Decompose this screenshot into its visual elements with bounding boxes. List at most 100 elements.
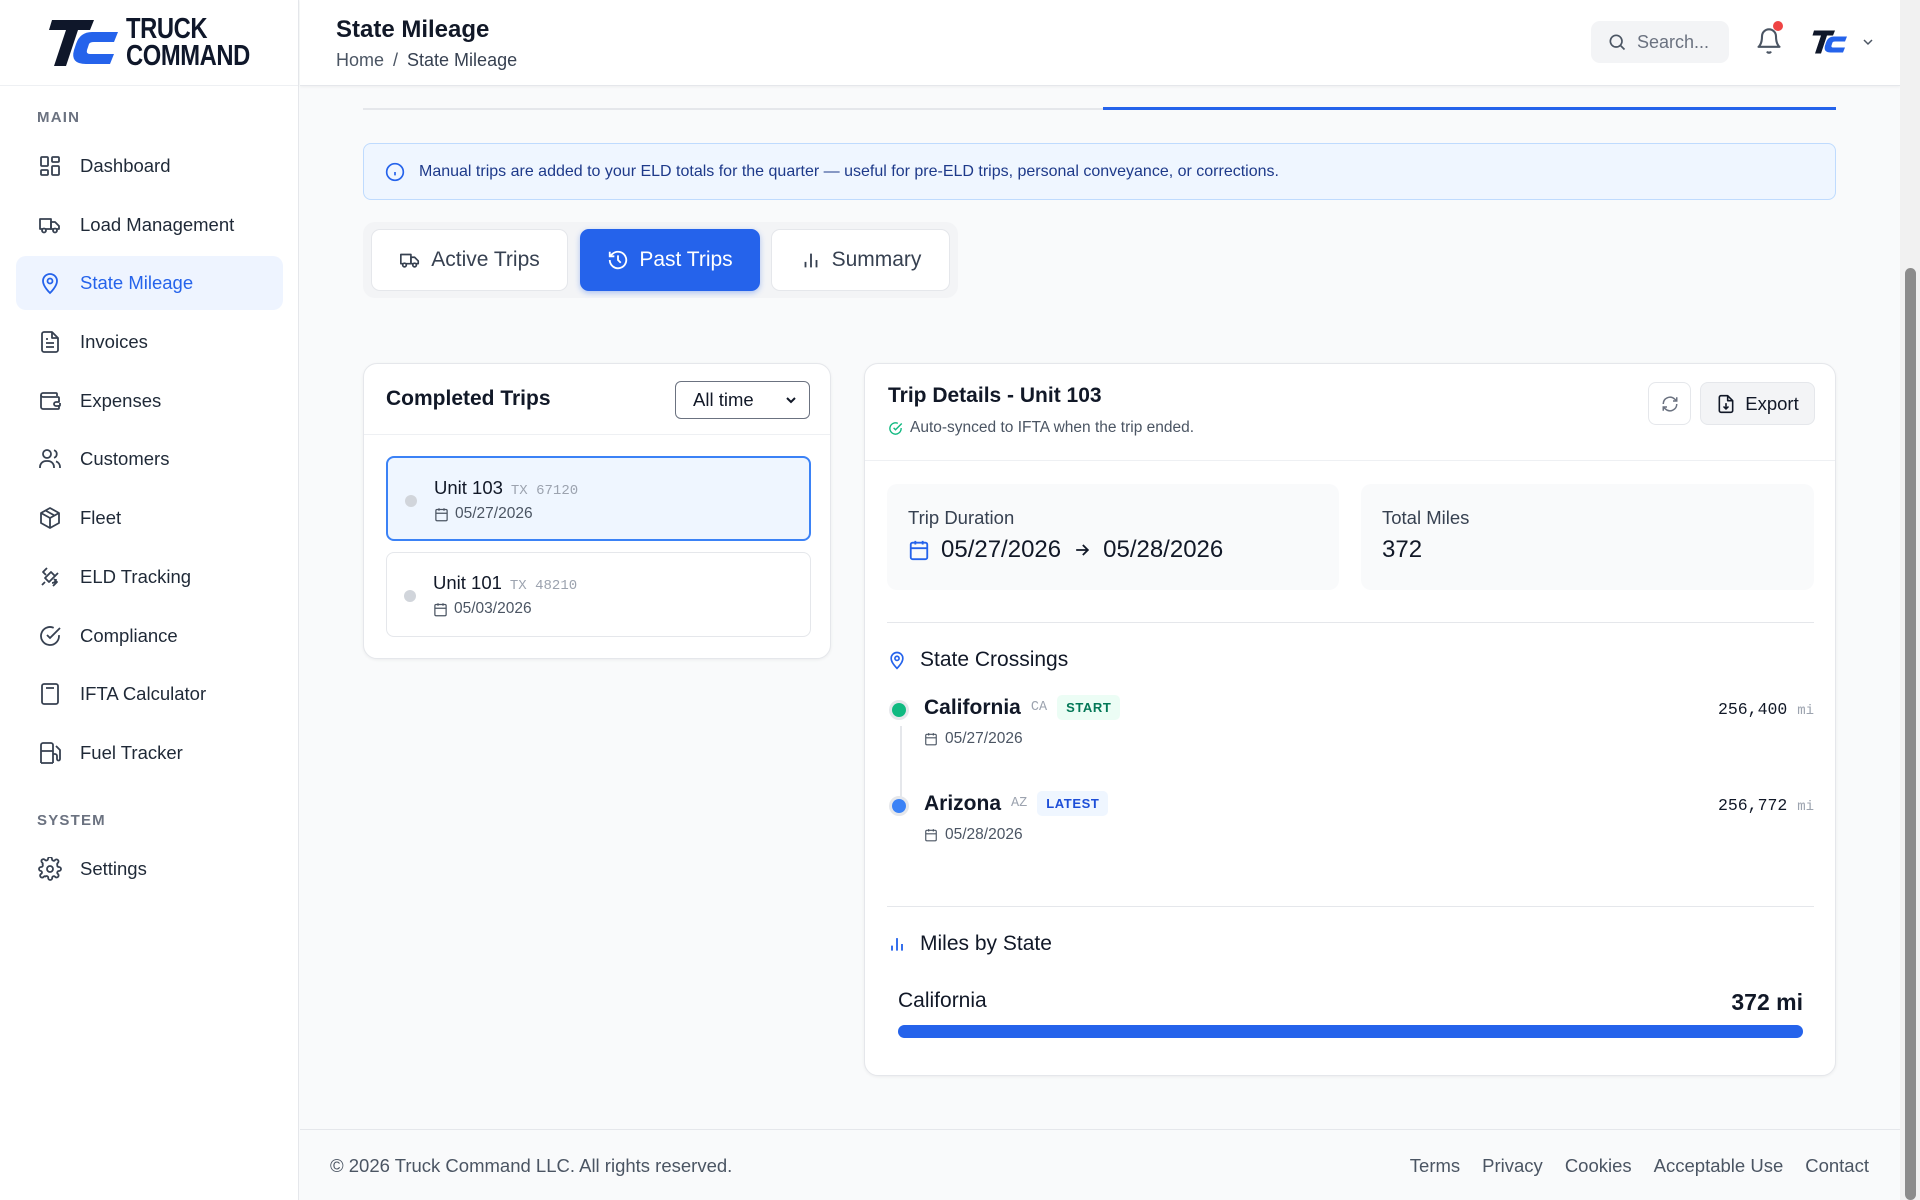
sidebar-item-expenses[interactable]: Expenses [16, 374, 283, 428]
footer-link-acceptable-use[interactable]: Acceptable Use [1654, 1155, 1784, 1177]
crossing-state-abbr: CA [1030, 700, 1048, 715]
trip-start-date: 05/27/2026 [941, 536, 1062, 563]
crossing-row-arizona: Arizona AZ LATEST 05/28/2026 256,772 mi [887, 790, 1814, 860]
odometer-value: 256,400 [1717, 700, 1788, 719]
brand-logo[interactable]: TRUCK COMMAND [0, 0, 298, 86]
check-circle-icon [37, 623, 63, 649]
export-label: Export [1745, 392, 1799, 414]
miles-bar-value: 372 mi [1731, 989, 1803, 1015]
timeline-node-latest [889, 796, 909, 816]
latest-badge: LATEST [1037, 791, 1109, 816]
crossing-state-name: California [924, 695, 1021, 719]
miles-by-state-heading: Miles by State [887, 932, 1052, 956]
crossing-date: 05/28/2026 [924, 826, 1023, 844]
sidebar-item-label: Compliance [80, 624, 178, 646]
page-title: State Mileage [336, 16, 490, 43]
notifications-button[interactable] [1755, 21, 1785, 57]
crossing-odometer: 256,400 mi [1718, 700, 1814, 719]
sync-note-text: Auto-synced to IFTA when the trip ended. [910, 419, 1195, 436]
map-pin-icon [887, 650, 907, 670]
total-miles-value: 372 [1382, 536, 1423, 563]
trip-item-unit-103[interactable]: Unit 103 TX 67120 05/27/2026 [386, 456, 811, 541]
timeline-node-start [889, 700, 909, 720]
wallet-icon [37, 388, 63, 414]
user-menu[interactable] [1812, 26, 1876, 58]
completed-trips-header: Completed Trips All time [364, 364, 830, 435]
state-crossings-title: State Crossings [920, 648, 1069, 671]
calendar-icon [434, 507, 449, 522]
total-miles-label: Total Miles [1382, 507, 1470, 528]
footer-link-contact[interactable]: Contact [1805, 1155, 1869, 1177]
time-filter-select[interactable]: All time [675, 381, 810, 419]
check-circle-icon [888, 421, 903, 436]
sidebar-item-label: Load Management [80, 213, 235, 235]
completed-trips-card: Completed Trips All time Unit 103 TX 671… [363, 363, 831, 659]
sidebar-item-eld-tracking[interactable]: ELD Tracking [16, 550, 283, 604]
trip-status-dot [405, 495, 417, 507]
completed-trips-title: Completed Trips [386, 387, 551, 410]
search-icon [1607, 32, 1627, 52]
start-badge: START [1057, 695, 1121, 720]
sidebar-item-ifta-calculator[interactable]: IFTA Calculator [16, 667, 283, 721]
trip-duration-stat: Trip Duration 05/27/2026 05/28/2026 [887, 484, 1339, 590]
tab-summary[interactable]: Summary [771, 229, 950, 291]
miles-bar-fill [898, 1025, 1803, 1038]
map-pin-icon [37, 270, 63, 296]
bar-chart-icon [887, 934, 907, 954]
sidebar-item-fuel-tracker[interactable]: Fuel Tracker [16, 726, 283, 780]
footer-link-privacy[interactable]: Privacy [1482, 1155, 1543, 1177]
sidebar-item-label: IFTA Calculator [80, 683, 207, 705]
sidebar-item-state-mileage[interactable]: State Mileage [16, 256, 283, 311]
bar-chart-icon [800, 249, 822, 271]
sidebar-item-load-management[interactable]: Load Management [16, 198, 283, 252]
info-icon [385, 162, 405, 182]
trip-plate: TX 67120 [510, 483, 579, 499]
sidebar-item-compliance[interactable]: Compliance [16, 609, 283, 663]
page-footer: © 2026 Truck Command LLC. All rights res… [300, 1129, 1900, 1200]
gear-icon [37, 856, 63, 882]
footer-link-terms[interactable]: Terms [1410, 1155, 1460, 1177]
refresh-button[interactable] [1648, 382, 1691, 425]
dashboard-icon [37, 153, 63, 179]
notification-dot [1773, 21, 1783, 31]
info-banner-text: Manual trips are added to your ELD total… [419, 162, 1279, 180]
trip-date-text: 05/27/2026 [455, 505, 533, 522]
scrollbar-thumb[interactable] [1905, 268, 1916, 1200]
sidebar-item-customers[interactable]: Customers [16, 432, 283, 486]
brand-line2: COMMAND [126, 39, 250, 72]
trip-unit-name: Unit 101 [433, 572, 502, 593]
sidebar-item-settings[interactable]: Settings [16, 842, 283, 896]
sync-note: Auto-synced to IFTA when the trip ended. [888, 419, 1194, 437]
tab-past-trips[interactable]: Past Trips [580, 229, 760, 291]
sidebar: TRUCK COMMAND MAIN Dashboard Load Manage… [0, 0, 299, 1200]
system-nav: Settings [16, 842, 283, 901]
sidebar-item-label: Expenses [80, 389, 162, 411]
section-label-main: MAIN [37, 109, 81, 126]
sidebar-item-label: Customers [80, 448, 170, 470]
history-icon [607, 249, 629, 271]
tab-active-trips[interactable]: Active Trips [371, 229, 568, 291]
sidebar-item-invoices[interactable]: Invoices [16, 315, 283, 369]
footer-link-cookies[interactable]: Cookies [1565, 1155, 1632, 1177]
trip-item-unit-101[interactable]: Unit 101 TX 48210 05/03/2026 [386, 552, 811, 637]
footer-links: Terms Privacy Cookies Acceptable Use Con… [1410, 1155, 1869, 1177]
tab-label: Summary [831, 248, 922, 271]
search-placeholder: Search... [1637, 31, 1710, 52]
tab-label: Past Trips [639, 248, 733, 271]
export-button[interactable]: Export [1700, 382, 1815, 425]
chevron-down-icon [783, 392, 799, 408]
sidebar-item-label: Dashboard [80, 155, 171, 176]
breadcrumb-home[interactable]: Home [336, 50, 384, 71]
search-input[interactable]: Search... [1591, 21, 1729, 63]
file-text-icon [37, 329, 63, 355]
copyright: © 2026 Truck Command LLC. All rights res… [330, 1155, 733, 1176]
sidebar-item-dashboard[interactable]: Dashboard [16, 139, 283, 193]
trip-date: 05/03/2026 [433, 600, 532, 618]
sidebar-item-fleet[interactable]: Fleet [16, 491, 283, 545]
odometer-unit: mi [1797, 799, 1814, 815]
upper-tab-active-indicator [1103, 107, 1836, 110]
crossing-state: Arizona AZ LATEST [924, 791, 1109, 816]
odometer-unit: mi [1797, 703, 1814, 719]
main-nav: Dashboard Load Management State Mileage … [16, 139, 283, 785]
time-filter-value: All time [693, 389, 754, 410]
